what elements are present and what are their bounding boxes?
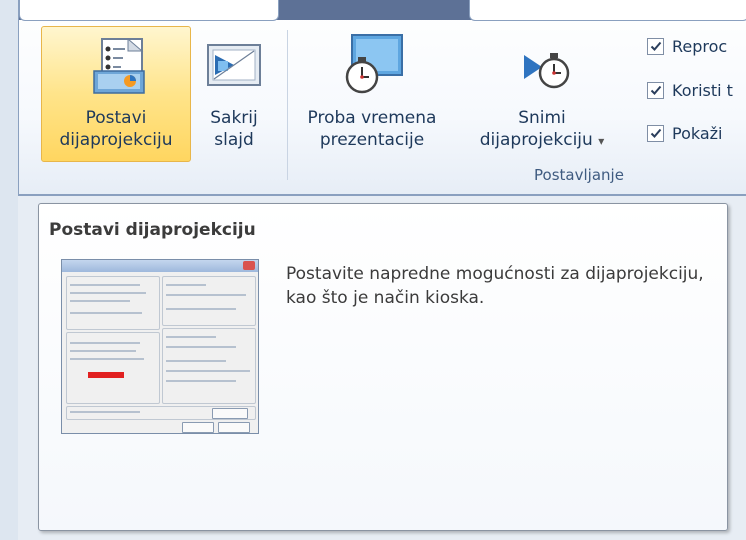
record-slideshow-label: Snimi dijaprojekciju ▾ bbox=[479, 108, 605, 150]
checkbox-checked-icon[interactable] bbox=[647, 81, 664, 99]
record-slideshow-button[interactable]: Snimi dijaprojekciju ▾ bbox=[457, 26, 627, 162]
super-tooltip: Postavi dijaprojekciju Postavite napredn… bbox=[38, 203, 728, 531]
hide-slide-label: Sakrij slajd bbox=[210, 108, 258, 150]
dropdown-arrow-icon[interactable]: ▾ bbox=[598, 134, 604, 148]
group-separator bbox=[287, 30, 288, 180]
checkbox-label: Reproc bbox=[672, 36, 728, 56]
setup-slideshow-label: Postavi dijaprojekciju bbox=[59, 108, 173, 150]
setup-slideshow-button[interactable]: Postavi dijaprojekciju bbox=[41, 26, 191, 162]
set-up-show-dialog-thumbnail bbox=[61, 259, 259, 434]
ribbon-tab-left[interactable] bbox=[19, 0, 279, 21]
setup-slideshow-icon bbox=[93, 37, 145, 94]
rehearse-timings-button[interactable]: Proba vremena prezentacije bbox=[291, 26, 453, 162]
ribbon-tab-right[interactable] bbox=[469, 0, 746, 21]
hide-slide-button[interactable]: Sakrij slajd bbox=[195, 26, 273, 162]
checkbox-play-narrations[interactable]: Reproc bbox=[647, 34, 727, 58]
checkbox-label: Pokaži bbox=[672, 123, 723, 143]
tooltip-description: Postavite napredne mogućnosti za dijapro… bbox=[286, 264, 704, 308]
hide-slide-icon bbox=[207, 44, 261, 86]
window-left-edge bbox=[0, 0, 18, 540]
tooltip-title: Postavi dijaprojekciju bbox=[49, 220, 256, 240]
checkbox-use-timings[interactable]: Koristi t bbox=[647, 78, 733, 102]
rehearse-timings-icon bbox=[345, 34, 403, 94]
checkbox-checked-icon[interactable] bbox=[647, 124, 664, 142]
checkbox-checked-icon[interactable] bbox=[647, 37, 664, 55]
checkbox-show-media-controls[interactable]: Pokaži bbox=[647, 121, 723, 145]
record-slideshow-icon bbox=[524, 53, 570, 89]
rehearse-timings-label: Proba vremena prezentacije bbox=[307, 108, 437, 150]
checkbox-label: Koristi t bbox=[672, 80, 733, 100]
ribbon-panel: Postavi dijaprojekciju Sakrij slajd Prob… bbox=[18, 0, 746, 196]
ribbon-group-label: Postavljanje bbox=[534, 166, 624, 184]
